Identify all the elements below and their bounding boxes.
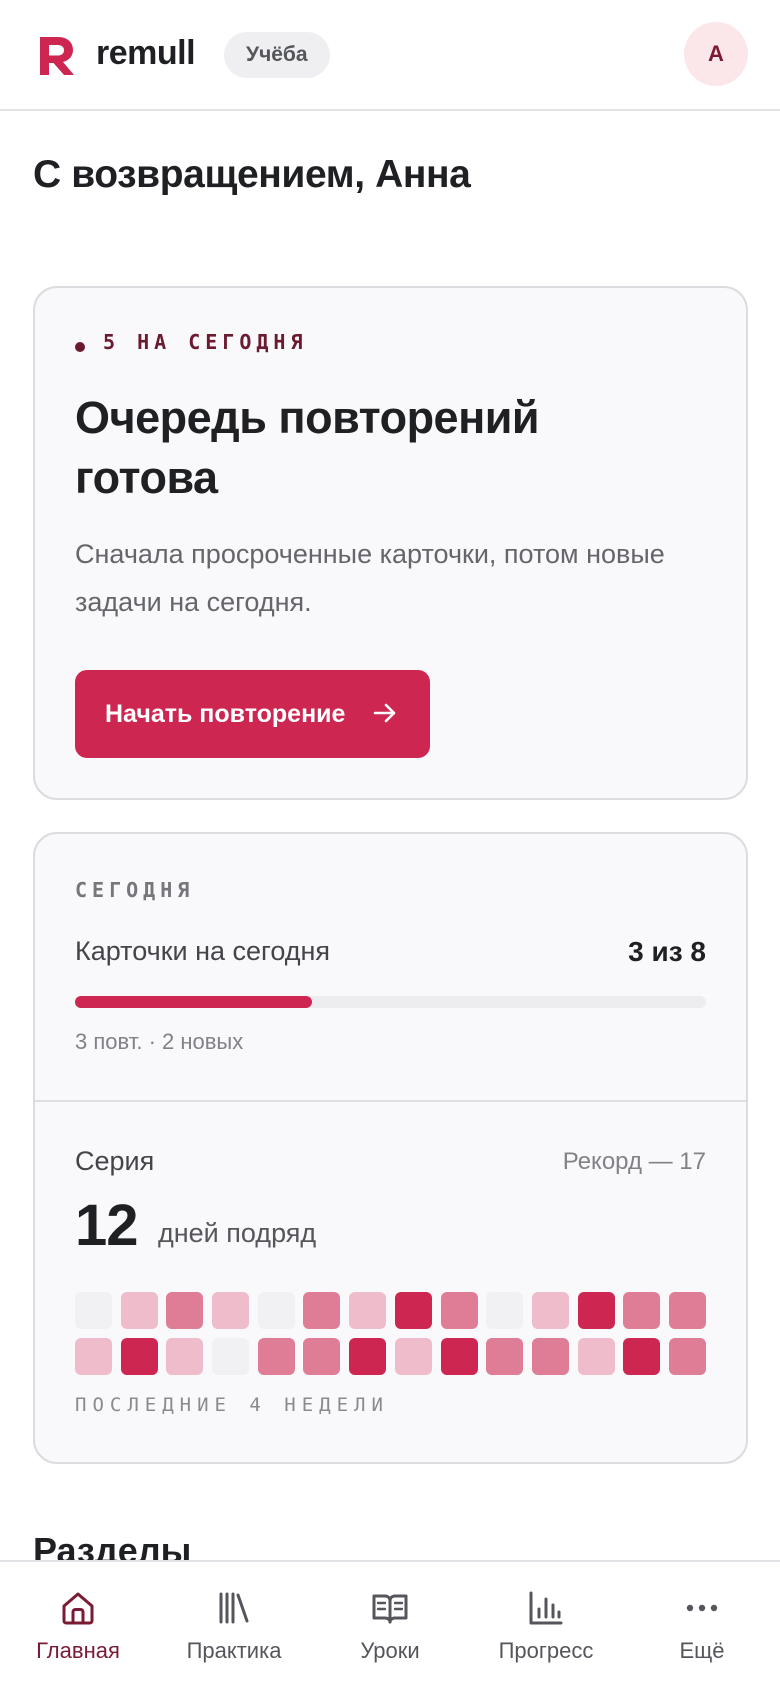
heatmap-cell	[303, 1338, 341, 1375]
avatar[interactable]: A	[684, 22, 748, 86]
review-queue-card: 5 НА СЕГОДНЯ Очередь повторений готова С…	[33, 286, 748, 800]
queue-eyebrow: 5 НА СЕГОДНЯ	[103, 330, 308, 354]
heatmap-cell	[531, 1338, 569, 1375]
heatmap-cell	[668, 1338, 706, 1375]
today-progress-bar	[75, 996, 706, 1008]
today-eyebrow: СЕГОДНЯ	[75, 878, 195, 902]
today-cards-count: 3 из 8	[628, 936, 706, 967]
card-divider	[35, 1100, 746, 1102]
heatmap-cell	[212, 1292, 250, 1329]
today-breakdown: 3 повт. · 2 новых	[75, 1029, 244, 1054]
arrow-right-icon	[373, 703, 396, 723]
heatmap-caption: ПОСЛЕДНИЕ 4 НЕДЕЛИ	[75, 1394, 389, 1416]
heatmap-cell	[75, 1292, 112, 1329]
nav-label-more: Ещё	[679, 1638, 725, 1663]
brand-name: remull	[96, 34, 196, 72]
streak-label: Серия	[75, 1146, 155, 1176]
streak-unit: дней подряд	[158, 1218, 317, 1248]
bottom-nav: Главная Практика Уроки Прогресс Ещё	[0, 1560, 780, 1688]
remull-logo-icon[interactable]	[38, 35, 76, 77]
heatmap-cell	[120, 1338, 158, 1375]
status-dot-icon	[75, 342, 85, 352]
nav-label-practice: Практика	[186, 1638, 282, 1663]
heatmap-cell	[668, 1292, 706, 1329]
heatmap-cell	[486, 1292, 524, 1329]
heatmap-cell	[349, 1338, 387, 1375]
heatmap-cell	[486, 1338, 524, 1375]
heatmap-cell	[577, 1338, 615, 1375]
heatmap-cell	[257, 1292, 295, 1329]
today-cards-label: Карточки на сегодня	[75, 936, 331, 966]
today-card: СЕГОДНЯ Карточки на сегодня 3 из 8 3 пов…	[33, 832, 748, 1464]
nav-label-progress: Прогресс	[498, 1638, 594, 1663]
nav-label-home: Главная	[36, 1638, 120, 1663]
activity-heatmap	[75, 1292, 707, 1375]
heatmap-cell	[623, 1292, 661, 1329]
start-review-label: Начать повторение	[105, 700, 346, 728]
heatmap-cell	[166, 1338, 204, 1375]
nav-item-practice[interactable]: Практика	[156, 1562, 312, 1688]
heatmap-cell	[349, 1292, 387, 1329]
streak-record: Рекорд — 17	[562, 1148, 706, 1175]
book-icon	[372, 1594, 408, 1624]
queue-title: Очередь повторений готова	[75, 392, 540, 503]
streak-days: 12	[75, 1193, 139, 1258]
nav-label-lessons: Уроки	[360, 1638, 420, 1663]
heatmap-cell	[577, 1292, 615, 1329]
heatmap-cell	[166, 1292, 204, 1329]
nav-item-progress[interactable]: Прогресс	[468, 1562, 624, 1688]
heatmap-cell	[531, 1292, 569, 1329]
nav-item-home[interactable]: Главная	[0, 1562, 156, 1688]
heatmap-cell	[623, 1338, 661, 1375]
start-review-button[interactable]: Начать повторение	[75, 670, 430, 758]
heatmap-cell	[394, 1338, 432, 1375]
library-icon	[219, 1592, 249, 1624]
today-progress-fill	[75, 996, 312, 1008]
chart-icon	[529, 1591, 563, 1625]
page-title: С возвращением, Анна	[33, 153, 471, 196]
heatmap-cell	[394, 1292, 432, 1329]
nav-item-more[interactable]: Ещё	[624, 1562, 780, 1688]
heatmap-cell	[120, 1292, 158, 1329]
heatmap-cell	[440, 1338, 478, 1375]
heatmap-cell	[440, 1292, 478, 1329]
app-header: remull Учёба A	[0, 0, 780, 111]
more-icon	[686, 1604, 718, 1612]
heatmap-cell	[212, 1338, 250, 1375]
context-pill[interactable]: Учёба	[224, 32, 330, 78]
queue-description: Сначала просроченные карточки, потом нов…	[75, 539, 665, 617]
heatmap-cell	[257, 1338, 295, 1375]
heatmap-cell	[75, 1338, 112, 1375]
heatmap-cell	[303, 1292, 341, 1329]
home-icon	[62, 1592, 94, 1625]
nav-item-lessons[interactable]: Уроки	[312, 1562, 468, 1688]
